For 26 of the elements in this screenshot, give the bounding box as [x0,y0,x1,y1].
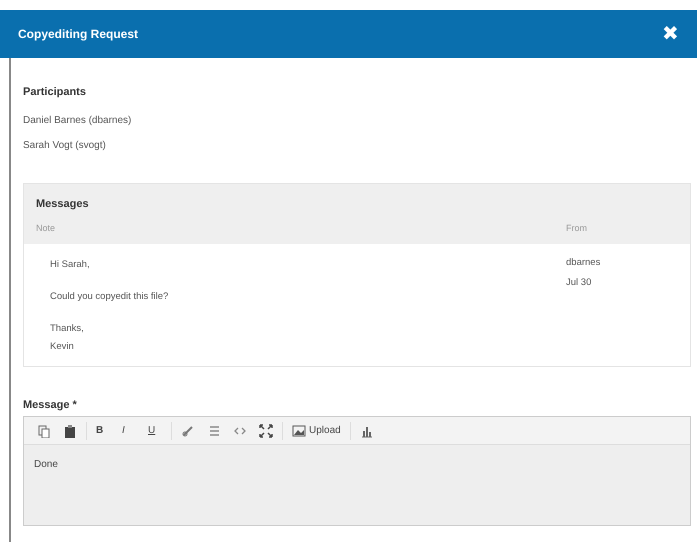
close-button[interactable]: ✖ [662,24,679,44]
message-text: Hi Sarah, [50,258,91,272]
upload-button[interactable]: Upload [289,420,344,441]
fullscreen-icon [259,424,273,438]
link-icon [181,424,195,438]
field-label: Message * [23,398,78,413]
section-title: Messages [35,196,90,212]
underline-button[interactable]: U [145,420,165,441]
dialog-title: Copyediting Request [18,26,138,43]
editor-text: Done [24,445,690,526]
message-meta: dbarnes [566,256,602,270]
rich-text-editor[interactable]: B I U Upload Done [23,416,691,526]
message-text: Thanks, Kevin [50,322,85,354]
image-icon [292,424,306,438]
column-header: Note [36,222,56,235]
clipboard-icon [63,424,77,438]
bold-button[interactable]: B [93,420,113,441]
copy-icon [37,424,51,438]
participant-name: Sarah Vogt (svogt) [23,138,107,152]
italic-button[interactable]: I [119,420,139,441]
message-text: Could you copyedit this file? [50,290,170,304]
message-meta: Jul 30 [566,276,592,290]
section-title: Participants [23,85,87,100]
column-header: From [566,222,588,235]
participant-name: Daniel Barnes (dbarnes) [23,114,132,128]
list-icon [207,424,221,438]
